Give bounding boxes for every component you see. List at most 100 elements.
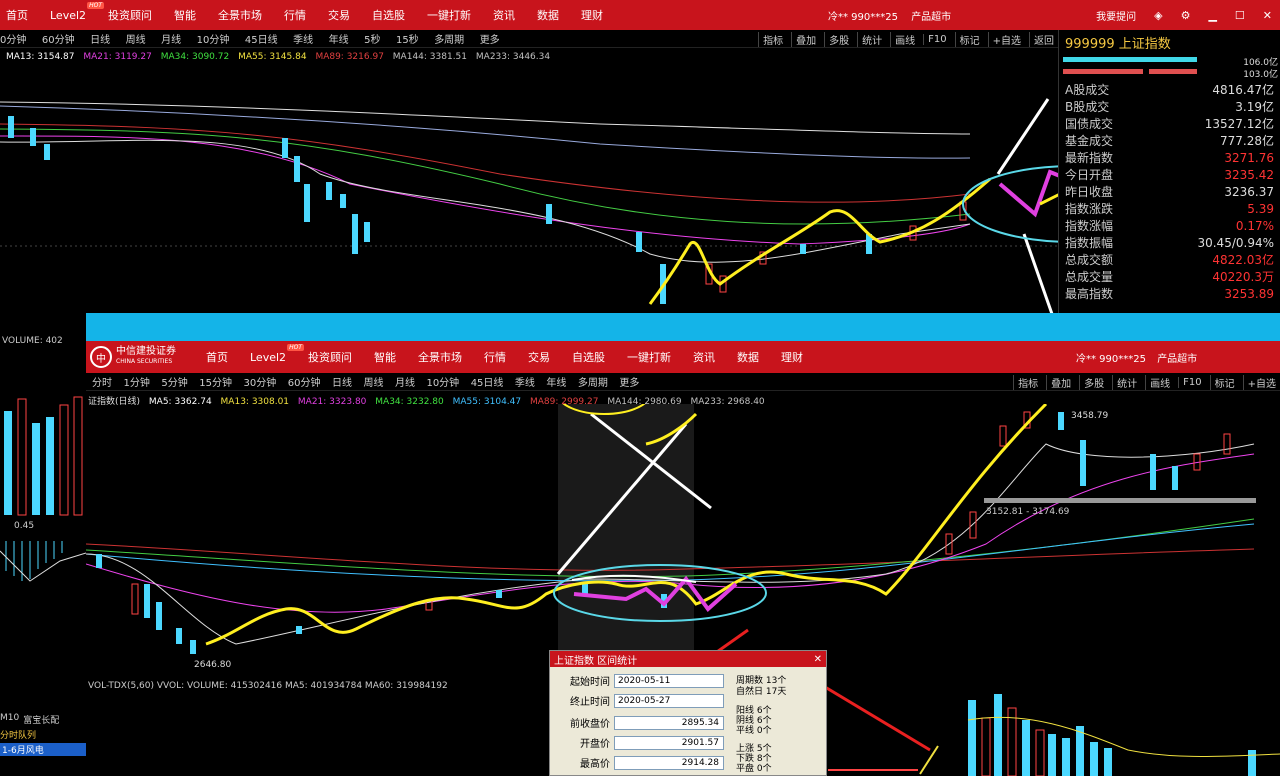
period-9[interactable]: 5秒 xyxy=(364,35,380,46)
info-value: 3.19亿 xyxy=(1235,100,1274,114)
open-value: 2901.57 xyxy=(614,735,724,750)
start-time-input[interactable]: 2020-05-11 xyxy=(614,673,724,688)
tool-indicator[interactable]: 指标 xyxy=(758,31,787,47)
info-value: 777.28亿 xyxy=(1220,134,1274,148)
nav-home[interactable]: 首页 xyxy=(206,349,228,365)
nav-smart[interactable]: 智能 xyxy=(174,7,196,23)
period-6[interactable]: 45日线 xyxy=(245,35,278,46)
period-0[interactable]: 分时 xyxy=(92,378,112,389)
nav-market[interactable]: 全景市场 xyxy=(218,7,262,23)
period-0[interactable]: 0分钟 xyxy=(0,35,26,46)
minimize-icon[interactable]: ▁ xyxy=(1208,9,1216,22)
gear-icon[interactable]: ⚙ xyxy=(1181,9,1191,22)
tab-m10[interactable]: M10 xyxy=(0,713,19,726)
nav-news[interactable]: 资讯 xyxy=(493,7,515,23)
nav-level2[interactable]: Level2 HOT xyxy=(250,343,305,364)
period-6[interactable]: 日线 xyxy=(332,378,352,389)
nav-news[interactable]: 资讯 xyxy=(693,349,715,365)
tab-wind[interactable]: 1-6月风电 xyxy=(2,746,44,756)
info-key: 昨日收盘 xyxy=(1065,185,1114,199)
nav-level2[interactable]: Level2 HOT xyxy=(50,1,105,22)
period-8[interactable]: 年线 xyxy=(329,35,349,46)
tab-queue[interactable]: 分时队列 xyxy=(0,731,36,741)
info-value: 40220.3万 xyxy=(1212,270,1274,284)
cube-icon[interactable]: ◈ xyxy=(1154,9,1162,22)
nav-ipo[interactable]: 一键打新 xyxy=(627,349,671,365)
close-icon[interactable]: ✕ xyxy=(814,654,822,665)
top-candle-chart xyxy=(0,98,1058,314)
tool-f10[interactable]: F10 xyxy=(1178,376,1205,388)
period-2[interactable]: 日线 xyxy=(90,35,110,46)
tool-watch[interactable]: +自选 xyxy=(1242,374,1280,390)
nav-finance[interactable]: 理财 xyxy=(781,349,803,365)
tool-mark[interactable]: 标记 xyxy=(1209,374,1239,390)
info-row: 基金成交 777.28亿 xyxy=(1059,132,1280,149)
nav-quotes[interactable]: 行情 xyxy=(484,349,506,365)
period-13[interactable]: 多周期 xyxy=(578,378,608,389)
end-time-input[interactable]: 2020-05-27 xyxy=(614,693,724,708)
tool-watch[interactable]: +自选 xyxy=(987,31,1025,47)
tool-overlay[interactable]: 叠加 xyxy=(1046,374,1075,390)
period-11[interactable]: 多周期 xyxy=(434,35,464,46)
period-7[interactable]: 周线 xyxy=(363,378,383,389)
nav-watchlist[interactable]: 自选股 xyxy=(572,349,605,365)
nav-trade[interactable]: 交易 xyxy=(328,7,350,23)
product-link[interactable]: 产品超市 xyxy=(1157,354,1197,365)
nav-watchlist[interactable]: 自选股 xyxy=(372,7,405,23)
top-nav: 首页 Level2 HOT 投资顾问 智能 全景市场 行情 交易 自选股 一键打新… xyxy=(0,0,625,30)
period-12[interactable]: 年线 xyxy=(546,378,566,389)
period-14[interactable]: 更多 xyxy=(619,378,639,389)
info-value: 4816.47亿 xyxy=(1212,83,1274,97)
ask-link[interactable]: 我要提问 xyxy=(1096,8,1136,23)
period-5[interactable]: 60分钟 xyxy=(288,378,321,389)
period-8[interactable]: 月线 xyxy=(395,378,415,389)
tool-back[interactable]: 返回 xyxy=(1029,31,1058,47)
period-5[interactable]: 10分钟 xyxy=(197,35,230,46)
tool-multi[interactable]: 多股 xyxy=(1079,374,1108,390)
period-10[interactable]: 15秒 xyxy=(396,35,419,46)
period-4[interactable]: 月线 xyxy=(161,35,181,46)
period-10[interactable]: 45日线 xyxy=(471,378,504,389)
nav-level2-label: Level2 xyxy=(50,8,87,22)
tool-draw[interactable]: 画线 xyxy=(1145,374,1174,390)
period-3[interactable]: 15分钟 xyxy=(199,378,232,389)
info-row: 总成交量 40220.3万 xyxy=(1059,268,1280,285)
nav-finance[interactable]: 理财 xyxy=(581,7,603,23)
nav-smart[interactable]: 智能 xyxy=(374,349,396,365)
tool-mark[interactable]: 标记 xyxy=(954,31,984,47)
nav-trade[interactable]: 交易 xyxy=(528,349,550,365)
nav-data[interactable]: 数据 xyxy=(737,349,759,365)
nav-home[interactable]: 首页 xyxy=(6,7,28,23)
period-12[interactable]: 更多 xyxy=(480,35,500,46)
tool-f10[interactable]: F10 xyxy=(923,33,950,45)
tool-stats[interactable]: 统计 xyxy=(857,31,886,47)
tool-stats[interactable]: 统计 xyxy=(1112,374,1141,390)
start-time-row: 起始时间 2020-05-11 xyxy=(556,673,724,688)
open-row: 开盘价 2901.57 xyxy=(556,735,724,750)
period-7[interactable]: 季线 xyxy=(293,35,313,46)
nav-advisor[interactable]: 投资顾问 xyxy=(108,7,152,23)
tool-draw[interactable]: 画线 xyxy=(890,31,919,47)
info-key: B股成交 xyxy=(1065,100,1110,114)
close-icon[interactable]: ✕ xyxy=(1263,9,1272,22)
period-9[interactable]: 10分钟 xyxy=(426,378,459,389)
period-4[interactable]: 30分钟 xyxy=(243,378,276,389)
tool-indicator[interactable]: 指标 xyxy=(1013,374,1042,390)
nav-quotes[interactable]: 行情 xyxy=(284,7,306,23)
nav-advisor[interactable]: 投资顾问 xyxy=(308,349,352,365)
tool-overlay[interactable]: 叠加 xyxy=(791,31,820,47)
nav-market[interactable]: 全景市场 xyxy=(418,349,462,365)
stat-flat: 平盘 0个 xyxy=(736,764,772,774)
period-1[interactable]: 1分钟 xyxy=(124,378,150,389)
period-11[interactable]: 季线 xyxy=(515,378,535,389)
stat-days: 自然日 17天 xyxy=(736,687,787,697)
nav-ipo[interactable]: 一键打新 xyxy=(427,7,471,23)
tab-fubao[interactable]: 富宝长配 xyxy=(23,713,59,726)
nav-data[interactable]: 数据 xyxy=(537,7,559,23)
tool-multi[interactable]: 多股 xyxy=(824,31,853,47)
product-link[interactable]: 产品超市 xyxy=(911,12,951,23)
period-1[interactable]: 60分钟 xyxy=(42,35,75,46)
period-2[interactable]: 5分钟 xyxy=(161,378,187,389)
maximize-icon[interactable]: ☐ xyxy=(1235,9,1245,22)
period-3[interactable]: 周线 xyxy=(126,35,146,46)
